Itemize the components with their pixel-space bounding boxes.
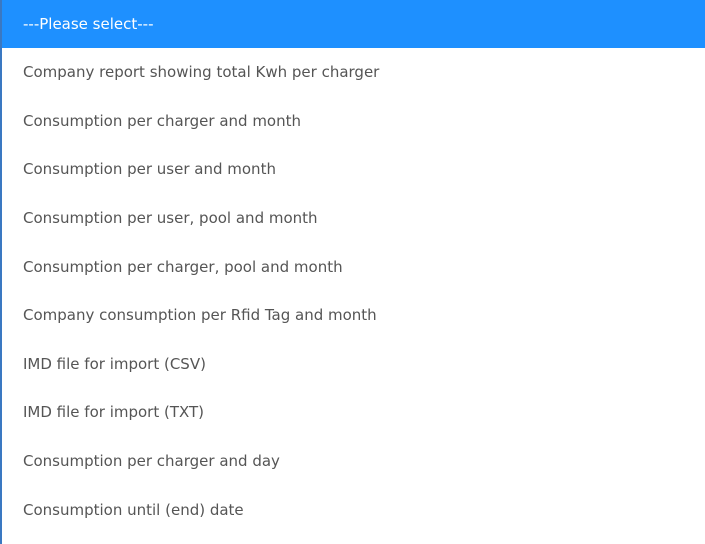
option-company-consumption-rfid-month[interactable]: Company consumption per Rfid Tag and mon… [2,291,705,340]
option-consumption-until-end-date[interactable]: Consumption until (end) date [2,485,705,534]
option-imd-file-txt[interactable]: IMD file for import (TXT) [2,388,705,437]
option-consumption-user-pool-month[interactable]: Consumption per user, pool and month [2,194,705,243]
option-consumption-charger-day[interactable]: Consumption per charger and day [2,437,705,486]
option-please-select[interactable]: ---Please select--- [2,0,705,48]
report-type-dropdown-list[interactable]: ---Please select--- Company report showi… [0,0,705,544]
option-consumption-charger-month[interactable]: Consumption per charger and month [2,97,705,146]
option-company-report-total-kwh[interactable]: Company report showing total Kwh per cha… [2,48,705,97]
option-consumption-charger-pool-month[interactable]: Consumption per charger, pool and month [2,242,705,291]
option-consumption-user-month[interactable]: Consumption per user and month [2,145,705,194]
option-imd-file-csv[interactable]: IMD file for import (CSV) [2,340,705,389]
